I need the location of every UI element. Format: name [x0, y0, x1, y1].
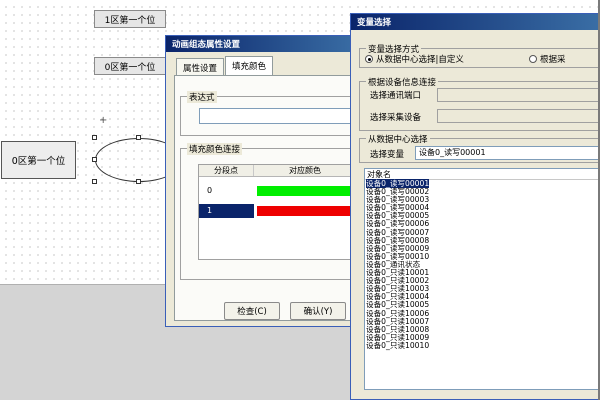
expression-input[interactable]	[199, 108, 359, 124]
comm-port-select[interactable]	[437, 88, 600, 102]
column-header: 对应颜色	[254, 165, 357, 176]
column-header: 分段点	[199, 165, 254, 176]
resize-handle[interactable]	[92, 179, 97, 184]
property-dialog-titlebar[interactable]: 动画组态属性设置	[166, 36, 359, 52]
label-zone1-bit1[interactable]: 1区第一个位	[94, 10, 166, 28]
resize-handle[interactable]	[92, 157, 97, 162]
list-item-label: 设备0_只读10010	[366, 340, 430, 350]
segment-point-cell: 1	[199, 204, 254, 218]
object-list[interactable]: 对象名 设备0_读写00001 设备0_读写00002 设备0_读写00003 设备0…	[364, 168, 600, 390]
check-button-label: 检查(C)	[237, 307, 267, 317]
crosshair-cursor-icon: +	[99, 115, 108, 126]
radio-indicator	[529, 55, 537, 63]
collect-device-select[interactable]	[437, 109, 600, 123]
dialog-title: 动画组态属性设置	[172, 40, 241, 50]
radio-datacenter[interactable]: 从数据中心选择|自定义	[365, 53, 464, 65]
collect-device-label: 选择采集设备	[370, 113, 422, 123]
resize-handle[interactable]	[92, 135, 97, 140]
ok-button-label: 确认(Y)	[303, 307, 333, 317]
tab-fill-color[interactable]: 填充颜色	[225, 56, 274, 76]
expression-group-label: 表达式	[187, 91, 217, 103]
check-button[interactable]: 检查(C)	[224, 302, 280, 320]
table-row[interactable]: 0	[199, 183, 357, 199]
comm-port-label: 选择通讯端口	[370, 91, 422, 101]
radio-by-device[interactable]: 根据采	[529, 53, 566, 65]
resize-handle[interactable]	[136, 135, 141, 140]
device-info-label: 根据设备信息连接	[366, 76, 439, 88]
resize-handle[interactable]	[136, 179, 141, 184]
variable-dialog-titlebar[interactable]: 变量选择	[351, 14, 600, 30]
ok-button[interactable]: 确认(Y)	[290, 302, 346, 320]
tab-property-settings[interactable]: 属性设置	[176, 58, 225, 76]
dialog-title: 变量选择	[357, 18, 392, 28]
radio-label: 根据采	[540, 55, 566, 65]
segment-point-cell: 0	[207, 186, 213, 195]
fill-color-group-label: 填充颜色连接	[187, 143, 243, 155]
label-text: 1区第一个位	[104, 15, 156, 26]
color-swatch[interactable]	[257, 206, 353, 216]
select-variable-label: 选择变量	[370, 150, 405, 160]
radio-indicator	[365, 55, 373, 63]
color-swatch[interactable]	[257, 186, 353, 196]
list-item[interactable]: 设备0_只读10010	[365, 340, 599, 350]
fill-color-table[interactable]: 分段点 对应颜色 0 1	[198, 164, 358, 260]
label-text: 0区第一个位	[104, 62, 156, 73]
label-zone0-bit1[interactable]: 0区第一个位	[94, 57, 166, 75]
fill-color-table-header: 分段点 对应颜色	[199, 165, 357, 177]
label-text: 0区第一个位	[11, 156, 66, 167]
select-variable-input[interactable]: 设备0_读写00001	[415, 146, 600, 160]
label-zone0-bit1-large[interactable]: 0区第一个位	[1, 141, 76, 179]
table-row[interactable]: 1	[199, 203, 357, 219]
radio-label: 从数据中心选择|自定义	[376, 55, 464, 65]
property-tabs: 属性设置 填充颜色	[176, 56, 274, 76]
datacenter-label: 从数据中心选择	[366, 133, 430, 145]
object-list-items: 设备0_读写00001 设备0_读写00002 设备0_读写00003 设备0_读写0…	[365, 179, 599, 350]
